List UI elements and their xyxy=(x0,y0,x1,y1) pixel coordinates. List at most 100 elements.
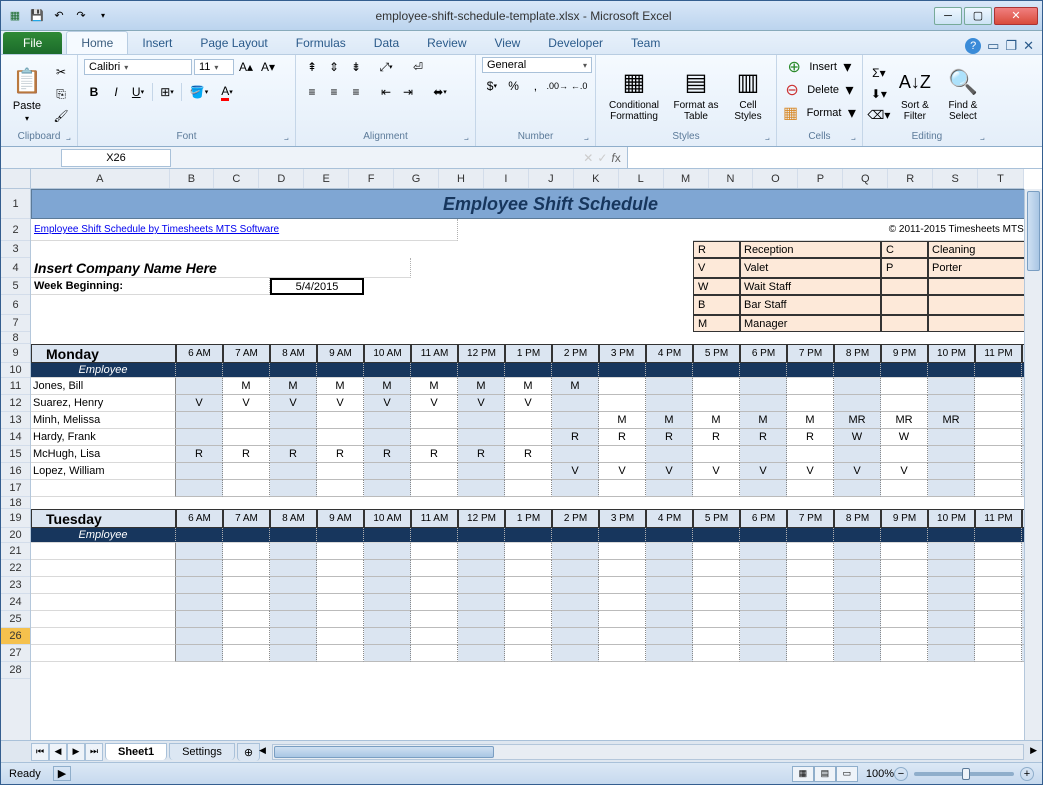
shift-cell[interactable]: R xyxy=(787,429,834,446)
shift-cell[interactable] xyxy=(552,543,599,560)
row-header-16[interactable]: 16 xyxy=(1,463,30,480)
legend-empty[interactable] xyxy=(881,278,928,295)
time-header[interactable]: 6 PM xyxy=(740,509,787,528)
shift-cell[interactable] xyxy=(505,628,552,645)
employee-name[interactable]: Minh, Melissa xyxy=(31,412,176,429)
employee-name[interactable] xyxy=(31,480,176,497)
shift-cell[interactable] xyxy=(176,611,223,628)
shift-cell[interactable]: V xyxy=(693,463,740,480)
shift-cell[interactable]: V xyxy=(317,395,364,412)
shift-cell[interactable] xyxy=(646,560,693,577)
col-header-C[interactable]: C xyxy=(214,169,259,188)
shift-cell[interactable]: MR xyxy=(881,412,928,429)
minimize-ribbon-icon[interactable]: ▭ xyxy=(987,38,999,54)
find-select-button[interactable]: 🔍Find & Select xyxy=(941,61,985,127)
shift-cell[interactable] xyxy=(740,395,787,412)
shift-cell[interactable] xyxy=(693,480,740,497)
format-painter-icon[interactable]: 🖌 xyxy=(51,106,71,126)
shift-cell[interactable] xyxy=(599,560,646,577)
shift-cell[interactable] xyxy=(458,577,505,594)
underline-button[interactable]: U▾ xyxy=(128,82,148,102)
shift-cell[interactable] xyxy=(458,645,505,662)
shift-cell[interactable] xyxy=(740,480,787,497)
shift-cell[interactable] xyxy=(881,560,928,577)
row-header-10[interactable]: 10 xyxy=(1,363,30,378)
shift-cell[interactable]: V xyxy=(834,463,881,480)
shift-cell[interactable] xyxy=(411,480,458,497)
shift-cell[interactable]: R xyxy=(317,446,364,463)
legend-empty[interactable] xyxy=(881,315,928,332)
shift-cell[interactable]: R xyxy=(411,446,458,463)
col-header-M[interactable]: M xyxy=(664,169,709,188)
shift-cell[interactable] xyxy=(881,628,928,645)
shift-cell[interactable] xyxy=(317,463,364,480)
row-header-19[interactable]: 19 xyxy=(1,509,30,528)
time-header[interactable]: 11 PM xyxy=(975,344,1022,363)
sheet-tab-sheet1[interactable]: Sheet1 xyxy=(105,743,167,760)
shift-cell[interactable] xyxy=(740,645,787,662)
tab-data[interactable]: Data xyxy=(360,32,413,54)
align-center-icon[interactable]: ≡ xyxy=(324,82,344,102)
shift-cell[interactable] xyxy=(881,577,928,594)
shift-cell[interactable] xyxy=(364,480,411,497)
shift-cell[interactable] xyxy=(176,429,223,446)
tab-review[interactable]: Review xyxy=(413,32,480,54)
time-header[interactable]: 5 PM xyxy=(693,509,740,528)
tab-file[interactable]: File xyxy=(3,32,62,54)
shift-cell[interactable] xyxy=(176,645,223,662)
employee-name[interactable] xyxy=(31,560,176,577)
shift-cell[interactable] xyxy=(223,577,270,594)
shift-cell[interactable] xyxy=(505,594,552,611)
shift-cell[interactable] xyxy=(176,378,223,395)
time-header[interactable]: 7 AM xyxy=(223,509,270,528)
shift-cell[interactable]: M xyxy=(646,412,693,429)
shift-cell[interactable]: V xyxy=(740,463,787,480)
row-header-2[interactable]: 2 xyxy=(1,219,30,241)
row-header-5[interactable]: 5 xyxy=(1,278,30,295)
shift-cell[interactable] xyxy=(928,429,975,446)
legend-code-P[interactable]: P xyxy=(881,258,928,278)
shift-cell[interactable] xyxy=(787,378,834,395)
zoom-slider[interactable] xyxy=(914,772,1014,776)
shift-cell[interactable] xyxy=(975,594,1022,611)
employee-header[interactable]: Employee xyxy=(31,363,176,378)
shift-cell[interactable] xyxy=(176,412,223,429)
shift-cell[interactable] xyxy=(223,628,270,645)
zoom-thumb[interactable] xyxy=(962,768,970,780)
time-header[interactable]: 6 AM xyxy=(176,509,223,528)
tab-formulas[interactable]: Formulas xyxy=(282,32,360,54)
shift-cell[interactable] xyxy=(458,463,505,480)
shift-cell[interactable] xyxy=(834,611,881,628)
time-header[interactable]: 7 AM xyxy=(223,344,270,363)
shift-cell[interactable] xyxy=(411,412,458,429)
conditional-formatting-button[interactable]: ▦Conditional Formatting xyxy=(602,61,666,127)
shift-cell[interactable] xyxy=(317,543,364,560)
row-header-25[interactable]: 25 xyxy=(1,611,30,628)
shift-cell[interactable] xyxy=(693,628,740,645)
border-button[interactable]: ⊞▾ xyxy=(157,82,177,102)
legend-empty[interactable] xyxy=(881,295,928,315)
shift-cell[interactable] xyxy=(317,628,364,645)
time-header[interactable]: 10 AM xyxy=(364,344,411,363)
legend-name-R[interactable]: Reception xyxy=(740,241,881,258)
qat-customize-icon[interactable]: ▾ xyxy=(93,6,113,26)
col-header-S[interactable]: S xyxy=(933,169,978,188)
legend-name-V[interactable]: Valet xyxy=(740,258,881,278)
orientation-icon[interactable]: ⤢▾ xyxy=(376,57,396,77)
col-header-H[interactable]: H xyxy=(439,169,484,188)
legend-name-B[interactable]: Bar Staff xyxy=(740,295,881,315)
font-name-combo[interactable]: Calibri▾ xyxy=(84,59,192,75)
shift-cell[interactable] xyxy=(740,543,787,560)
time-header[interactable]: 8 AM xyxy=(270,509,317,528)
shift-cell[interactable]: V xyxy=(223,395,270,412)
shift-cell[interactable] xyxy=(787,645,834,662)
decrease-font-icon[interactable]: A▾ xyxy=(258,57,278,77)
delete-cells-button[interactable]: ⊖ Delete ▾ xyxy=(785,80,853,100)
employee-name[interactable] xyxy=(31,645,176,662)
shift-cell[interactable]: V xyxy=(458,395,505,412)
shift-cell[interactable] xyxy=(270,480,317,497)
shift-cell[interactable] xyxy=(646,446,693,463)
legend-name-P[interactable]: Porter xyxy=(928,258,1024,278)
restore-workbook-icon[interactable]: ❐ xyxy=(1005,38,1017,54)
row-header-4[interactable]: 4 xyxy=(1,258,30,278)
